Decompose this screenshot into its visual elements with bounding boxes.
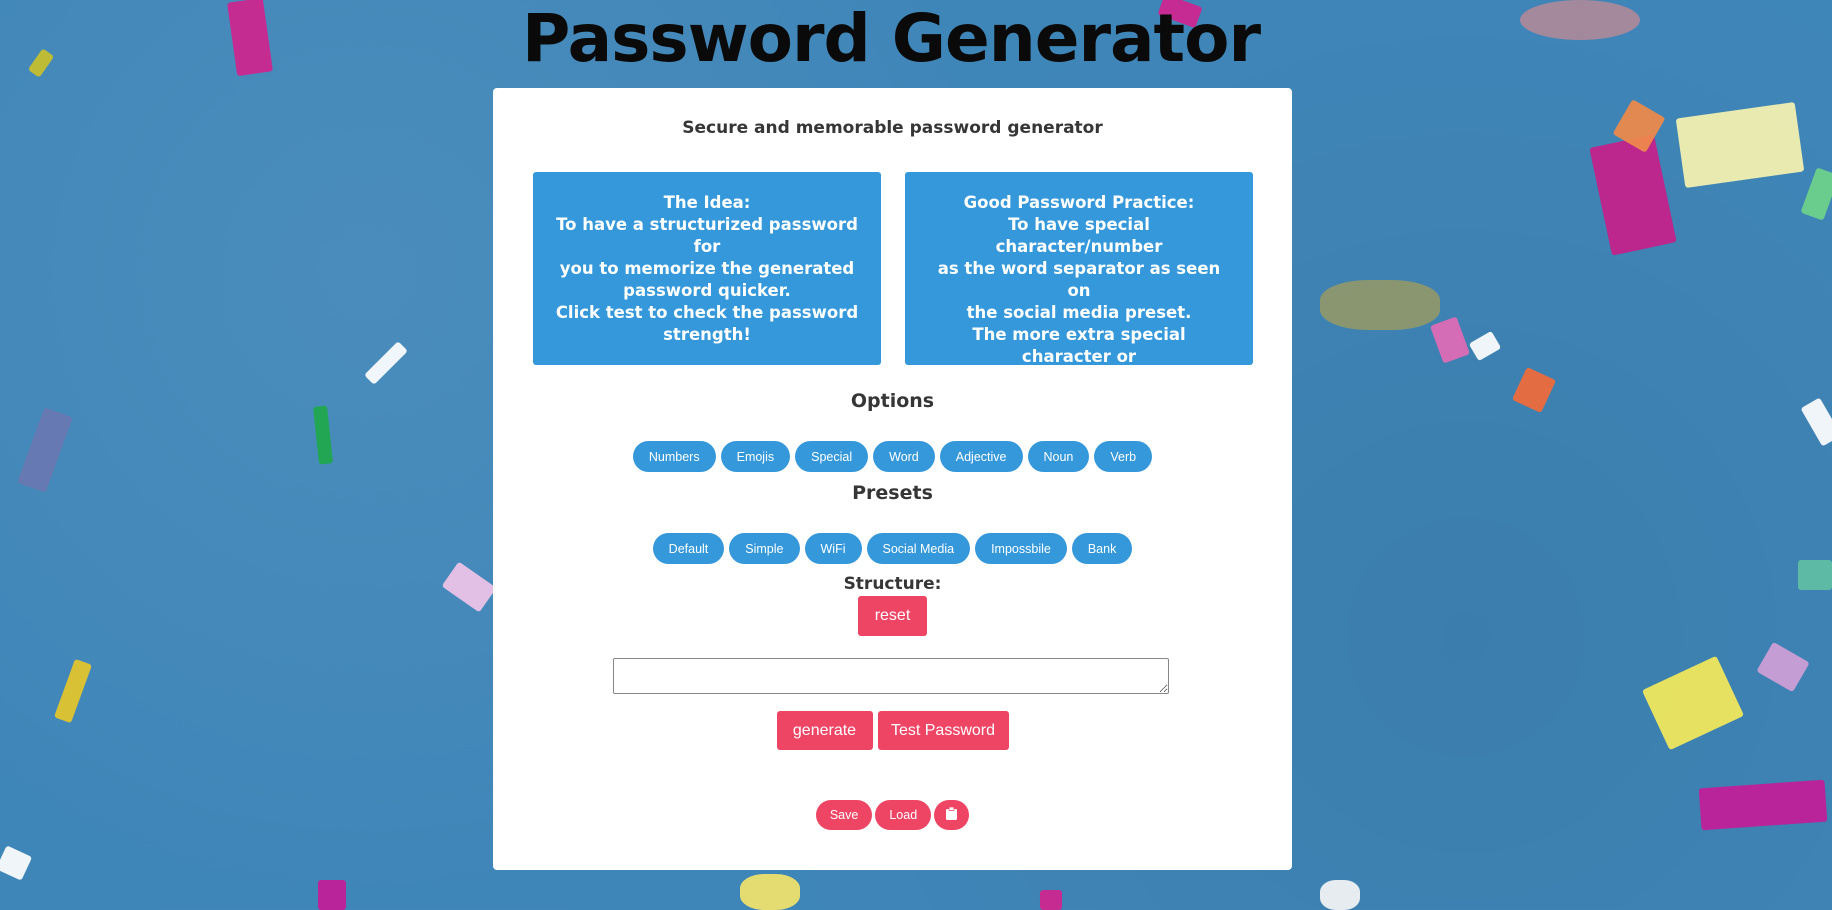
generate-button[interactable]: generate [776,711,873,750]
confetti-piece [1675,101,1805,189]
options-title: Options [850,390,935,412]
reset-row: reset [493,596,1292,636]
practice-line: The more extra special character or [972,325,1186,366]
confetti-piece [1589,134,1677,256]
confetti-piece [740,874,800,910]
confetti-piece [1756,641,1810,693]
test-password-button[interactable]: Test Password [877,711,1009,750]
preset-impossible-button[interactable]: Impossbile [975,533,1067,564]
card-subtitle: Secure and memorable password generator [682,118,1103,138]
confetti-piece [1320,280,1440,330]
idea-line: you to memorize the generated [559,259,855,278]
practice-line: number between the words the [932,369,1226,388]
presets-title: Presets [852,482,933,504]
practice-info-box: Good Password Practice: To have special … [905,172,1253,410]
idea-info-box: The Idea: To have a structurized passwor… [533,172,881,365]
practice-heading: Good Password Practice: [963,193,1195,212]
idea-heading: The Idea: [663,193,751,212]
confetti-piece [1040,890,1062,910]
confetti-piece [1641,655,1745,751]
confetti-piece [1800,167,1832,221]
preset-default-button[interactable]: Default [652,533,725,564]
confetti-piece [0,845,33,881]
option-numbers-button[interactable]: Numbers [632,441,716,472]
confetti-piece [1511,366,1557,414]
idea-line: password quicker. [623,281,791,300]
confetti-piece [1698,779,1828,831]
preset-bank-button[interactable]: Bank [1071,533,1133,564]
idea-line: To have a structurized password for [556,215,858,256]
option-adjective-button[interactable]: Adjective [939,441,1023,472]
option-emojis-button[interactable]: Emojis [720,441,791,472]
option-noun-button[interactable]: Noun [1027,441,1090,472]
confetti-piece [1800,397,1832,447]
confetti-piece [441,561,497,613]
reset-button[interactable]: reset [858,596,927,636]
structure-label: Structure: [843,574,942,594]
confetti-piece [1798,560,1832,590]
idea-line: strength! [663,325,751,344]
storage-row: Save Load [493,800,1292,830]
confetti-piece [1430,316,1470,364]
confetti-piece [318,880,346,910]
generator-card: Secure and memorable password generator … [493,88,1292,870]
load-button[interactable]: Load [875,800,932,830]
save-button[interactable]: Save [815,800,873,830]
page-title: Password Generator [521,0,1261,77]
password-field[interactable] [613,658,1169,694]
confetti-piece [364,341,408,385]
idea-line: Click test to check the password [555,303,859,322]
preset-wifi-button[interactable]: WiFi [804,533,862,564]
option-special-button[interactable]: Special [795,441,869,472]
confetti-piece [1320,880,1360,910]
practice-line: as the word separator as seen on [937,259,1221,300]
presets-row: Default Simple WiFi Social Media Impossb… [493,533,1292,564]
preset-simple-button[interactable]: Simple [729,533,800,564]
confetti-piece [1468,330,1502,362]
practice-line: the social media preset. [966,303,1192,322]
clipboard-icon [946,806,958,823]
confetti-piece [53,658,93,724]
confetti-piece [313,405,333,465]
preset-social-media-button[interactable]: Social Media [866,533,971,564]
clipboard-button[interactable] [934,800,970,830]
practice-line: To have special character/number [995,215,1163,256]
options-row: Numbers Emojis Special Word Adjective No… [493,441,1292,472]
actions-row: generate Test Password [493,711,1292,750]
option-verb-button[interactable]: Verb [1094,441,1153,472]
confetti-piece [17,407,73,493]
option-word-button[interactable]: Word [873,441,935,472]
